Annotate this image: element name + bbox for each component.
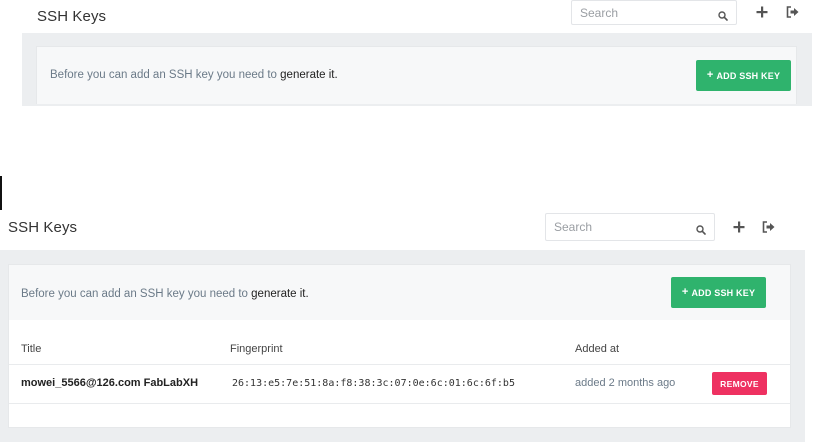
top-panel: Before you can add an SSH key you need t… <box>22 33 812 106</box>
search-icon[interactable] <box>696 222 706 235</box>
top-card: Before you can add an SSH key you need t… <box>36 46 797 104</box>
bottom-card: Before you can add an SSH key you need t… <box>8 264 791 321</box>
top-page-title: SSH Keys <box>37 7 107 25</box>
top-add-ssh-key-button[interactable]: + ADD SSH KEY <box>696 60 791 91</box>
column-header-fingerprint: Fingerprint <box>230 343 283 355</box>
plus-icon[interactable] <box>732 220 746 234</box>
bottom-page-title: SSH Keys <box>8 218 78 236</box>
column-header-title: Title <box>21 343 42 355</box>
bottom-notice-text: Before you can add an SSH key you need t… <box>21 288 252 300</box>
top-notice: Before you can add an SSH key you need t… <box>50 69 338 81</box>
top-header: SSH Keys <box>37 0 106 32</box>
bottom-search-box[interactable] <box>545 213 715 241</box>
search-icon[interactable] <box>718 8 728 21</box>
top-search-input[interactable] <box>580 5 718 20</box>
ssh-keys-table: Title Fingerprint Added at mowei_5566@12… <box>8 320 791 428</box>
sign-out-icon[interactable] <box>785 5 799 19</box>
column-header-added-at: Added at <box>575 343 620 355</box>
bottom-add-ssh-key-button[interactable]: + ADD SSH KEY <box>671 277 766 308</box>
remove-key-button[interactable]: REMOVE <box>712 372 767 395</box>
sign-out-icon[interactable] <box>761 220 775 234</box>
top-generate-link[interactable]: generate it. <box>280 69 338 81</box>
table-header-divider <box>9 364 790 365</box>
plus-icon: + <box>681 286 689 298</box>
bottom-header: SSH Keys <box>8 211 77 243</box>
text-cursor <box>0 176 2 210</box>
key-fingerprint: 26:13:e5:7e:51:8a:f8:38:3c:07:0e:6c:01:6… <box>232 378 515 389</box>
plus-icon: + <box>706 69 714 81</box>
key-added-at: added 2 months ago <box>575 377 676 389</box>
top-add-ssh-key-label: ADD SSH KEY <box>716 70 781 81</box>
bottom-search-input[interactable] <box>554 220 696 234</box>
top-notice-text: Before you can add an SSH key you need t… <box>50 69 281 81</box>
top-search-box[interactable] <box>571 0 737 25</box>
table-row-divider <box>9 403 790 404</box>
bottom-add-ssh-key-label: ADD SSH KEY <box>691 287 756 298</box>
key-title: mowei_5566@126.com FabLabXH <box>21 377 199 389</box>
bottom-generate-link[interactable]: generate it. <box>251 288 309 300</box>
bottom-notice: Before you can add an SSH key you need t… <box>21 288 309 300</box>
plus-icon[interactable] <box>755 5 769 19</box>
